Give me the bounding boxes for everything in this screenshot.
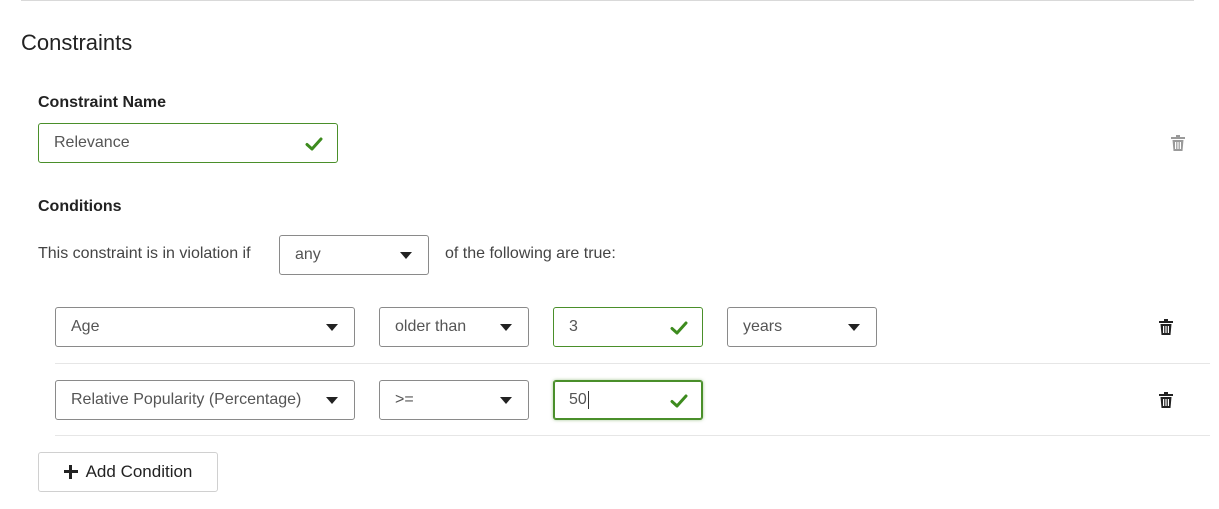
condition-field-select[interactable]: Relative Popularity (Percentage)	[55, 380, 355, 420]
plus-icon	[63, 465, 78, 479]
delete-constraint-icon[interactable]	[1171, 135, 1185, 151]
check-icon	[670, 321, 688, 335]
delete-condition-icon[interactable]	[1159, 392, 1173, 408]
condition-value-input[interactable]: 50	[553, 380, 703, 420]
chevron-down-icon	[326, 397, 338, 404]
section-title: Constraints	[21, 30, 133, 55]
condition-value-input[interactable]: 3	[553, 307, 703, 347]
match-mode-select[interactable]: any	[279, 235, 429, 275]
condition-field-value: Relative Popularity (Percentage)	[71, 391, 302, 408]
row-divider	[55, 435, 1210, 436]
constraint-name-value: Relevance	[54, 134, 130, 151]
condition-unit-value: years	[743, 318, 783, 335]
conditions-label: Conditions	[38, 198, 122, 215]
constraint-name-input[interactable]: Relevance	[38, 123, 338, 163]
chevron-down-icon	[400, 252, 412, 259]
violation-suffix-text: of the following are true:	[445, 245, 616, 262]
condition-value-text: 50	[569, 391, 587, 408]
condition-operator-value: older than	[395, 318, 467, 335]
chevron-down-icon	[500, 324, 512, 331]
condition-value-text: 3	[569, 318, 578, 335]
add-condition-label: Add Condition	[85, 462, 193, 481]
delete-condition-icon[interactable]	[1159, 319, 1173, 335]
top-divider	[21, 0, 1194, 2]
chevron-down-icon	[326, 324, 338, 331]
row-divider	[55, 363, 1210, 364]
condition-field-select[interactable]: Age	[55, 307, 355, 347]
add-condition-button[interactable]: Add Condition	[38, 452, 218, 492]
condition-operator-value: >=	[395, 391, 414, 408]
condition-operator-select[interactable]: >=	[379, 380, 529, 420]
constraint-name-label: Constraint Name	[38, 94, 167, 111]
check-icon	[670, 394, 688, 408]
check-icon	[305, 137, 323, 151]
text-caret	[587, 391, 589, 409]
chevron-down-icon	[848, 324, 860, 331]
chevron-down-icon	[500, 397, 512, 404]
condition-field-value: Age	[71, 318, 100, 335]
violation-prefix-text: This constraint is in violation if	[38, 245, 251, 262]
condition-operator-select[interactable]: older than	[379, 307, 529, 347]
condition-unit-select[interactable]: years	[727, 307, 877, 347]
match-mode-value: any	[295, 246, 321, 263]
